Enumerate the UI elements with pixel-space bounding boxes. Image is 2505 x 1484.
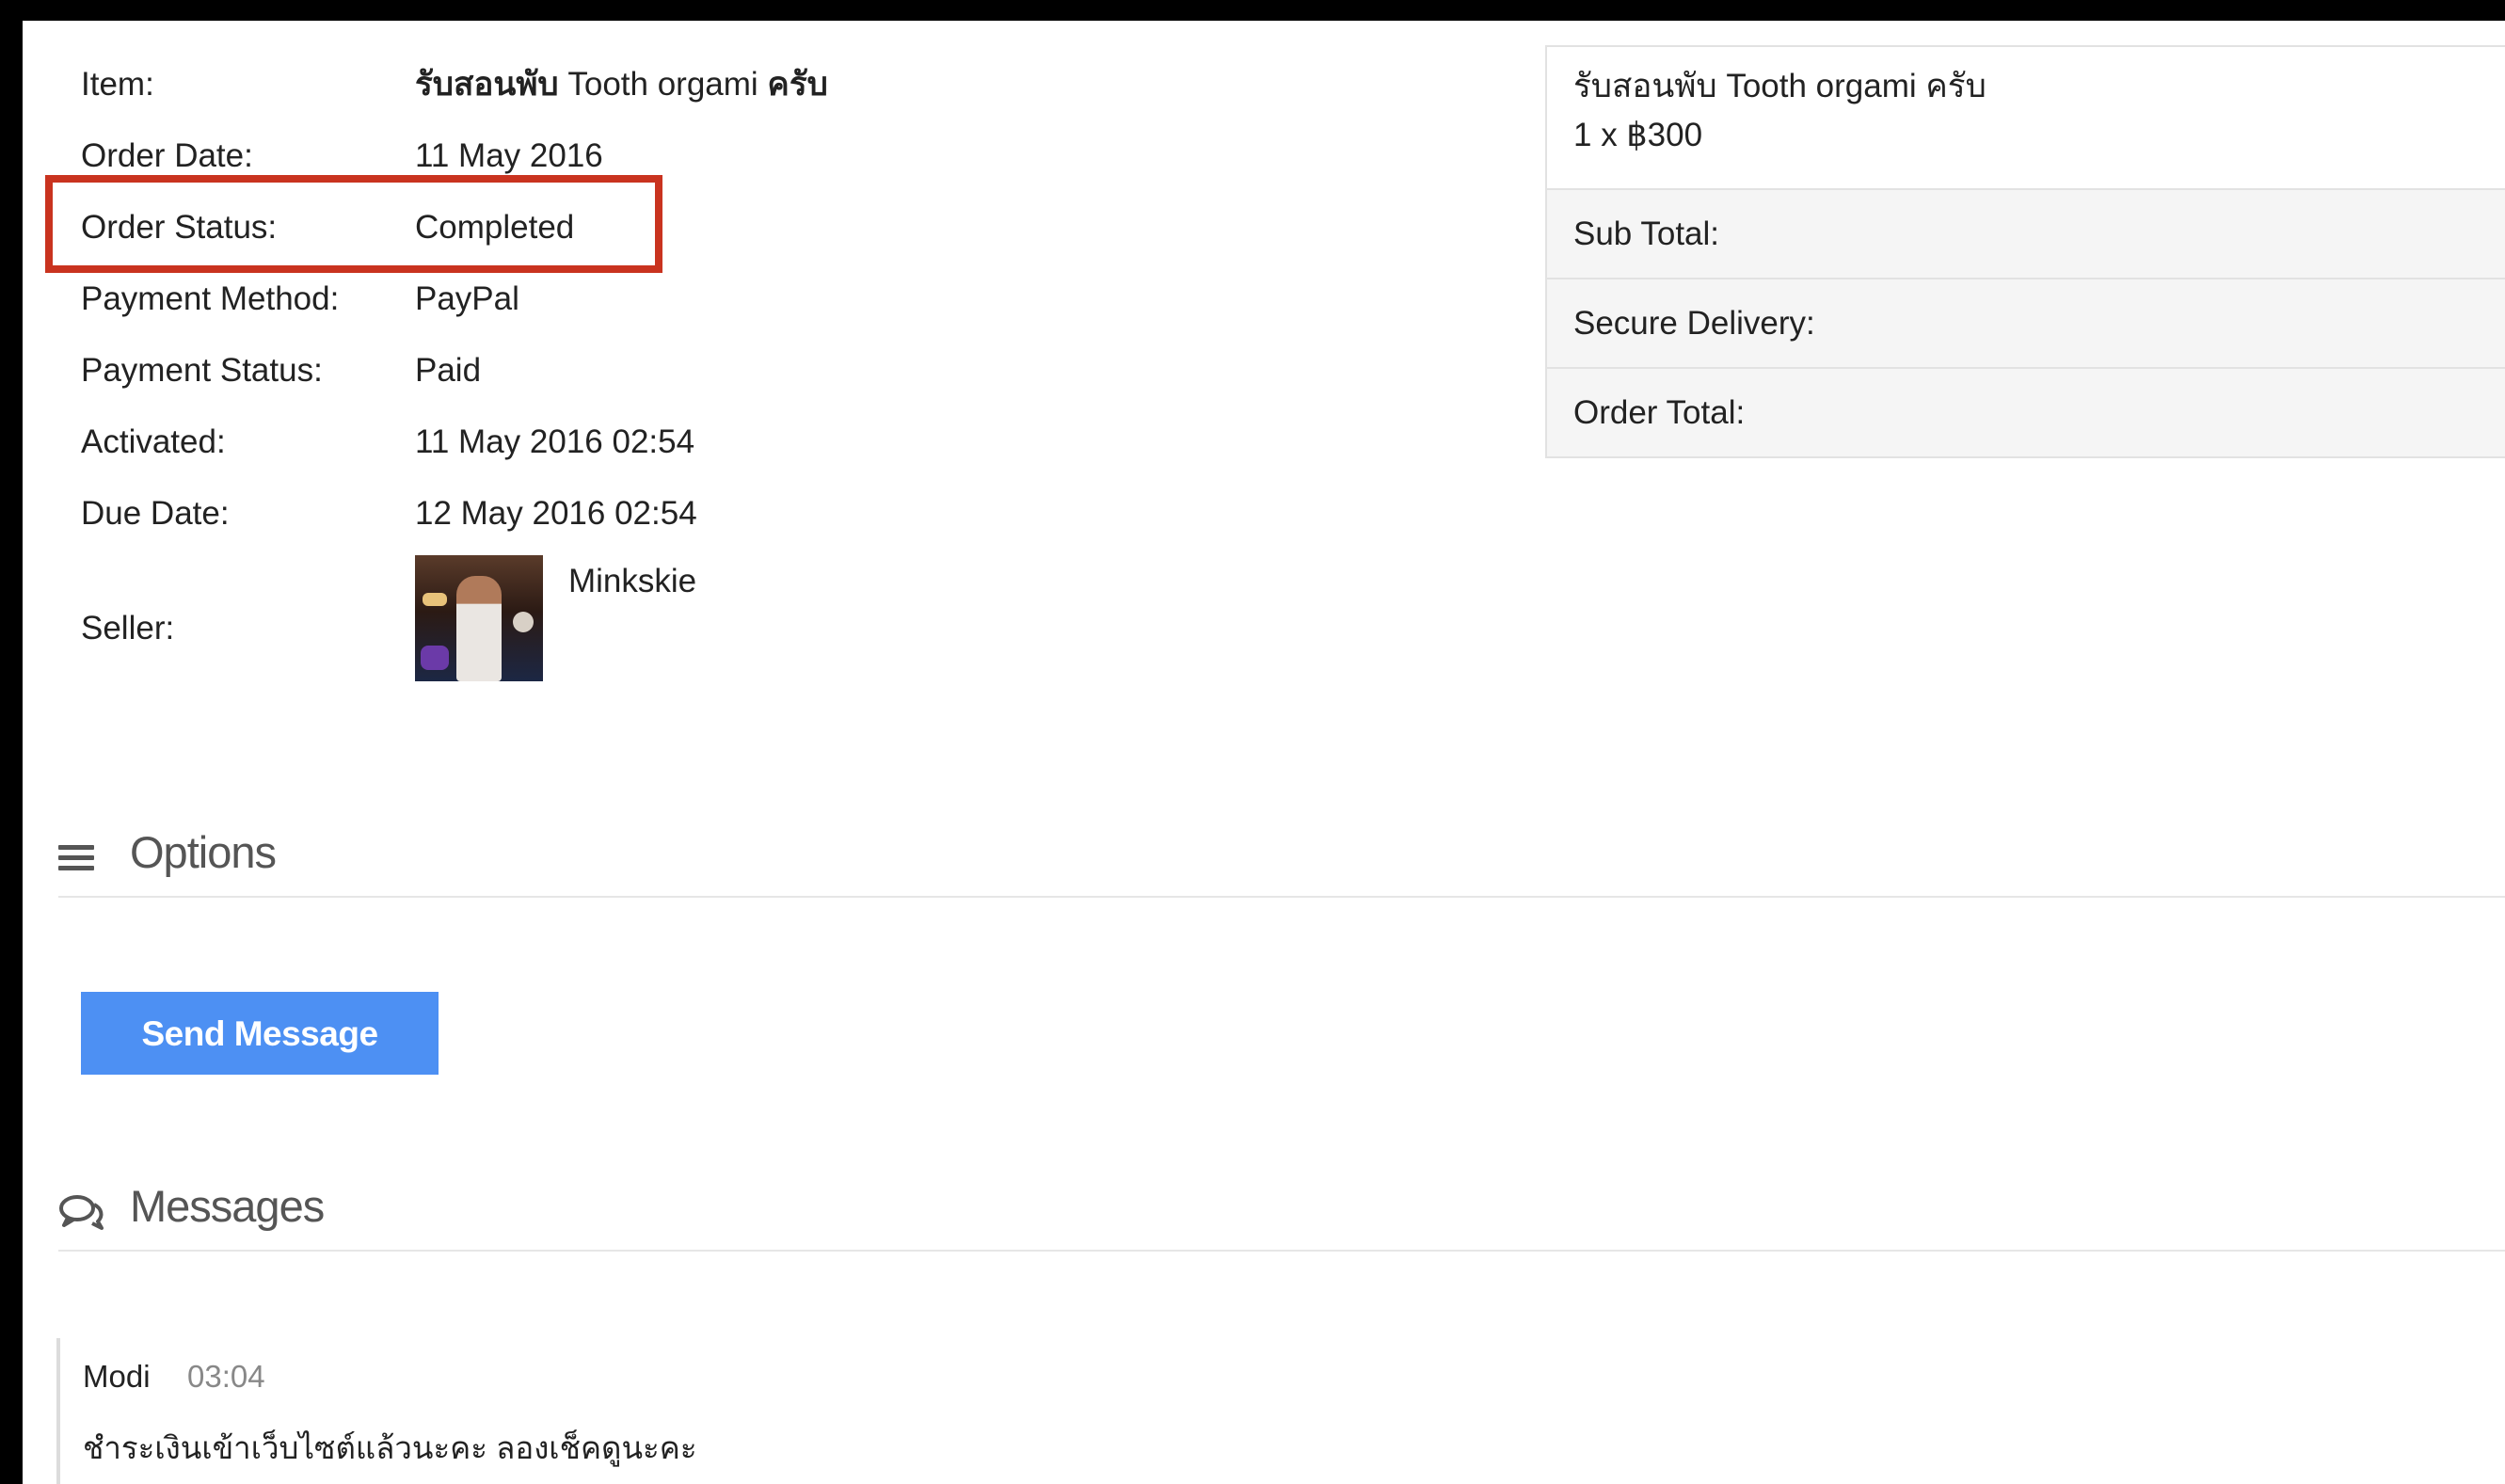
seller-avatar[interactable] (415, 555, 543, 681)
payment-method-label: Payment Method: (81, 280, 340, 317)
options-title: Options (130, 827, 277, 877)
order-status-highlight (45, 175, 662, 273)
item-value-prefix: รับสอนพับ (415, 66, 559, 103)
order-total-row: Order Total: (1547, 367, 2505, 456)
item-value-suffix: ครับ (767, 66, 828, 103)
payment-method-value: PayPal (415, 280, 519, 317)
sub-total-label: Sub Total: (1573, 215, 1720, 252)
seller-name-link[interactable]: Minkskie (568, 553, 696, 610)
due-date-value: 12 May 2016 02:54 (415, 495, 697, 532)
options-header: Options (58, 813, 2505, 898)
item-value-middle: Tooth orgami (558, 66, 768, 103)
menu-lines-icon (58, 845, 94, 871)
order-total-label: Order Total: (1573, 394, 1746, 431)
summary-item-name: รับสอนพับ Tooth orgami ครับ (1573, 68, 1986, 104)
payment-status-value: Paid (415, 352, 482, 389)
sub-total-row: Sub Total: (1547, 188, 2505, 278)
summary-item-qty: 1 x ฿300 (1573, 117, 1703, 153)
activated-label: Activated: (81, 423, 226, 460)
seller-label: Seller: (81, 610, 175, 646)
send-message-button[interactable]: Send Message (81, 992, 439, 1075)
messages-title: Messages (130, 1181, 325, 1231)
item-value: รับสอนพับ Tooth orgami ครับ (415, 56, 828, 113)
order-summary-panel: รับสอนพับ Tooth orgami ครับ 1 x ฿300 Sub… (1545, 45, 2505, 458)
due-date-label: Due Date: (81, 495, 230, 532)
chat-bubbles-icon (59, 1195, 104, 1230)
summary-item: รับสอนพับ Tooth orgami ครับ 1 x ฿300 (1547, 47, 2505, 188)
secure-delivery-label: Secure Delivery: (1573, 305, 1815, 342)
message-author: Modi (83, 1359, 151, 1394)
order-detail-page: Item: รับสอนพับ Tooth orgami ครับ Order … (23, 21, 2505, 1484)
secure-delivery-row: Secure Delivery: (1547, 278, 2505, 367)
payment-status-label: Payment Status: (81, 352, 323, 389)
message-time: 03:04 (187, 1359, 265, 1394)
activated-value: 11 May 2016 02:54 (415, 423, 695, 460)
message-text: ชำระเงินเข้าเว็บไซต์แล้วนะคะ ลองเช็คดูนะ… (83, 1430, 697, 1465)
message-item: Modi 03:04 ชำระเงินเข้าเว็บไซต์แล้วนะคะ … (56, 1338, 2505, 1484)
item-label: Item: (81, 66, 154, 103)
messages-header: Messages (58, 1167, 2505, 1252)
